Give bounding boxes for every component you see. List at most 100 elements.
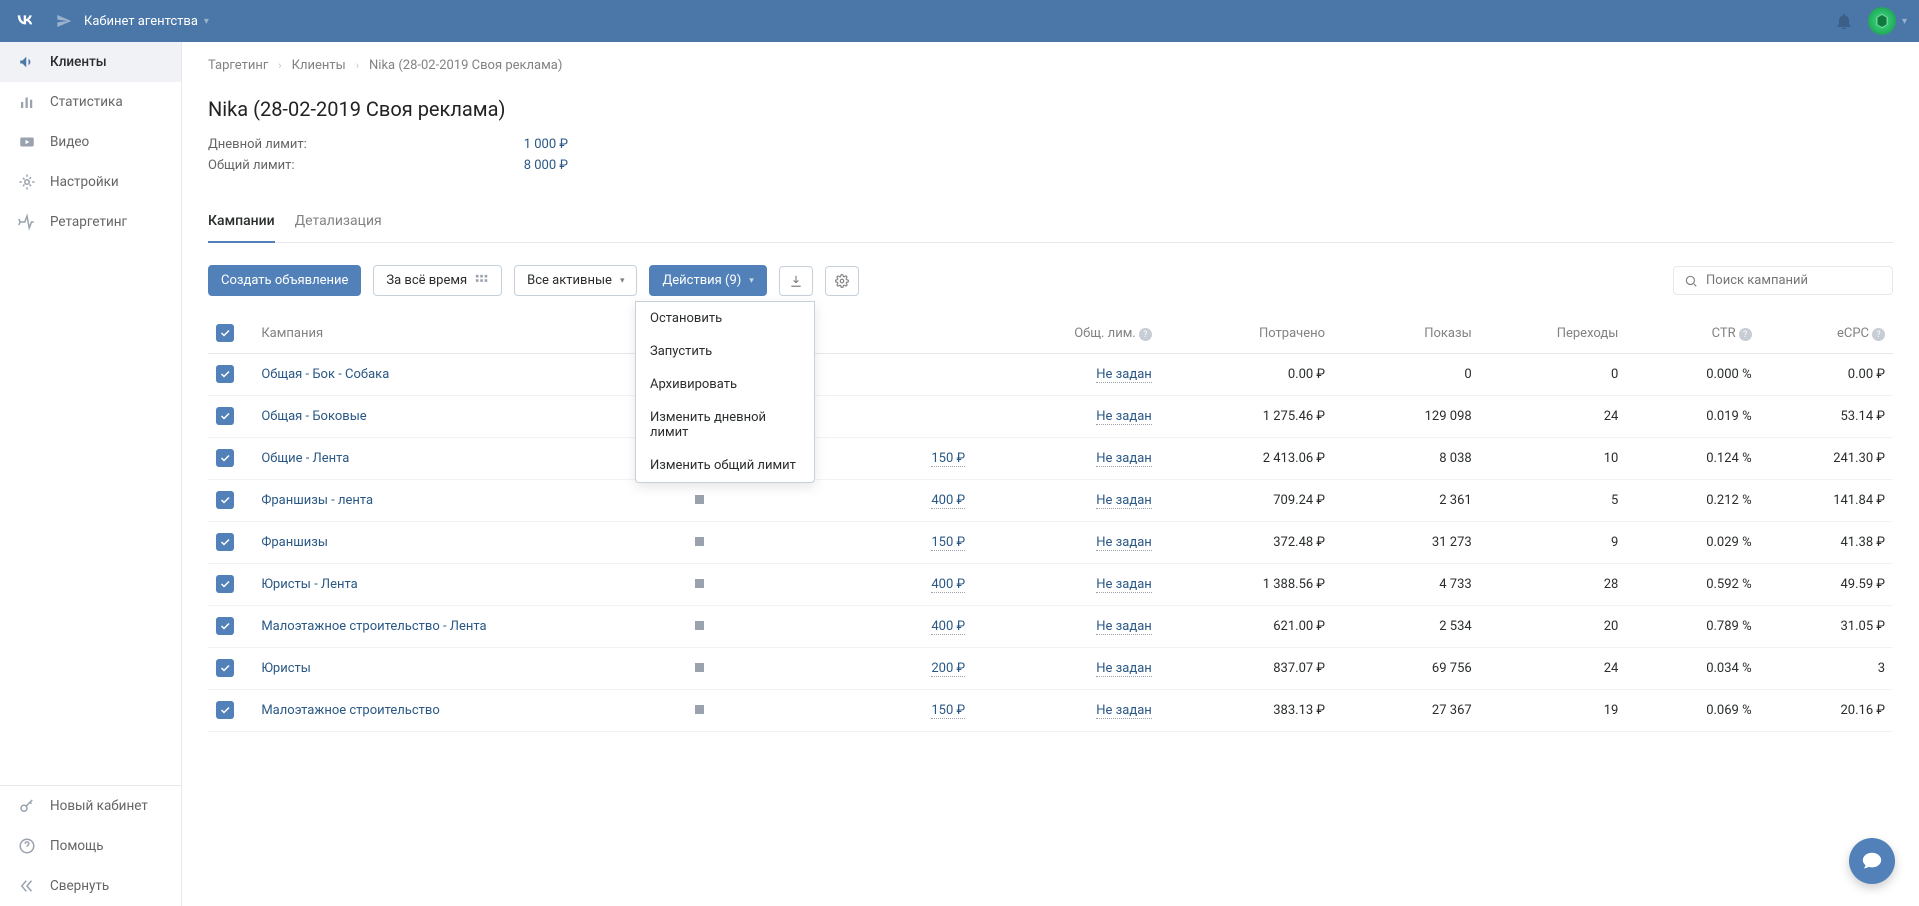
cell-clicks: 19: [1480, 690, 1627, 732]
tab-details[interactable]: Детализация: [295, 213, 382, 242]
search-box[interactable]: [1673, 266, 1893, 295]
daily-limit-value[interactable]: 400 ₽: [931, 577, 965, 593]
campaign-link[interactable]: Юристы - Лента: [261, 577, 357, 592]
filter-selector[interactable]: Все активные ▾: [514, 265, 637, 296]
daily-limit-value[interactable]: 400 ₽: [931, 619, 965, 635]
campaign-link[interactable]: Франшизы - лента: [261, 493, 373, 508]
cell-impressions: 4 733: [1333, 564, 1480, 606]
row-checkbox[interactable]: [216, 617, 234, 635]
total-limit-value[interactable]: Не задан: [1096, 451, 1151, 467]
dropdown-item[interactable]: Архивировать: [636, 368, 814, 401]
help-icon[interactable]: ?: [1139, 328, 1152, 341]
campaign-link[interactable]: Юристы: [261, 661, 311, 676]
sidebar-item-key[interactable]: Новый кабинет: [0, 786, 181, 826]
daily-limit-value[interactable]: 200 ₽: [931, 661, 965, 677]
campaign-link[interactable]: Малоэтажное строительство - Лента: [261, 619, 486, 634]
download-button[interactable]: [779, 266, 813, 296]
sidebar-item-label: Клиенты: [50, 54, 107, 70]
search-input[interactable]: [1706, 273, 1882, 288]
total-limit-value[interactable]: Не задан: [1096, 577, 1151, 593]
tab-campaigns[interactable]: Кампании: [208, 213, 275, 243]
total-limit-value[interactable]: 8 000 ₽: [448, 158, 568, 173]
daily-limit-value[interactable]: 150 ₽: [931, 703, 965, 719]
campaign-link[interactable]: Общие - Лента: [261, 451, 349, 466]
total-limit-value[interactable]: Не задан: [1096, 703, 1151, 719]
row-checkbox[interactable]: [216, 701, 234, 719]
collapse-icon: [18, 877, 36, 895]
help-icon[interactable]: ?: [1739, 328, 1752, 341]
settings-button[interactable]: [825, 266, 859, 296]
sidebar-item-label: Статистика: [50, 94, 123, 110]
sidebar-item-megaphone[interactable]: Клиенты: [0, 42, 181, 82]
chevron-down-icon[interactable]: ▾: [1902, 16, 1907, 27]
create-ad-button[interactable]: Создать объявление: [208, 265, 361, 296]
filter-label: Все активные: [527, 273, 612, 288]
stats-icon: [18, 93, 36, 111]
campaign-link[interactable]: Общая - Боковые: [261, 409, 366, 424]
cell-ctr: 0.069 %: [1626, 690, 1759, 732]
sidebar-item-label: Свернуть: [50, 878, 109, 894]
stop-icon: [695, 705, 704, 714]
notifications-icon[interactable]: [1834, 11, 1854, 31]
actions-dropdown: ОстановитьЗапуститьАрхивироватьИзменить …: [635, 301, 815, 483]
sidebar-item-retarget[interactable]: Ретаргетинг: [0, 202, 181, 242]
daily-limit-value[interactable]: 150 ₽: [931, 451, 965, 467]
sidebar-item-label: Помощь: [50, 838, 104, 854]
row-checkbox[interactable]: [216, 491, 234, 509]
breadcrumb-item[interactable]: Клиенты: [292, 58, 346, 73]
row-checkbox[interactable]: [216, 407, 234, 425]
chevron-down-icon: ▾: [620, 276, 625, 286]
total-limit-value[interactable]: Не задан: [1096, 409, 1151, 425]
sidebar-item-help[interactable]: Помощь: [0, 826, 181, 866]
dropdown-item[interactable]: Остановить: [636, 302, 814, 335]
cell-ctr: 0.034 %: [1626, 648, 1759, 690]
row-checkbox[interactable]: [216, 533, 234, 551]
breadcrumb-item[interactable]: Таргетинг: [208, 58, 268, 73]
chat-fab[interactable]: [1849, 838, 1895, 884]
cell-spent: 1 275.46 ₽: [1160, 396, 1333, 438]
total-limit-value[interactable]: Не задан: [1096, 661, 1151, 677]
row-checkbox[interactable]: [216, 575, 234, 593]
table-row: Общая - БоковыеНе задан1 275.46 ₽129 098…: [208, 396, 1893, 438]
vk-logo-icon[interactable]: [12, 6, 38, 36]
campaign-link[interactable]: Малоэтажное строительство: [261, 703, 439, 718]
cell-clicks: 24: [1480, 396, 1627, 438]
sidebar-item-video[interactable]: Видео: [0, 122, 181, 162]
sidebar-item-stats[interactable]: Статистика: [0, 82, 181, 122]
stop-icon: [695, 621, 704, 630]
sidebar-item-collapse[interactable]: Свернуть: [0, 866, 181, 906]
total-limit-value[interactable]: Не задан: [1096, 493, 1151, 509]
cell-spent: 383.13 ₽: [1160, 690, 1333, 732]
total-limit-value[interactable]: Не задан: [1096, 535, 1151, 551]
dropdown-item[interactable]: Изменить дневной лимит: [636, 401, 814, 449]
campaign-link[interactable]: Франшизы: [261, 535, 328, 550]
dropdown-item[interactable]: Запустить: [636, 335, 814, 368]
key-icon: [18, 797, 36, 815]
cell-ctr: 0.124 %: [1626, 438, 1759, 480]
daily-limit-value[interactable]: 1 000 ₽: [448, 137, 568, 152]
cell-spent: 0.00 ₽: [1160, 354, 1333, 396]
breadcrumb: Таргетинг › Клиенты › Nika (28-02-2019 С…: [208, 58, 1893, 73]
total-limit-value[interactable]: Не задан: [1096, 367, 1151, 383]
chevron-down-icon: ▾: [204, 16, 209, 27]
select-all-checkbox[interactable]: [216, 324, 234, 342]
col-ecpc: eCPC?: [1760, 314, 1893, 354]
cabinet-switcher[interactable]: Кабинет агентства ▾: [84, 14, 209, 29]
daily-limit-value[interactable]: 150 ₽: [931, 535, 965, 551]
dropdown-item[interactable]: Изменить общий лимит: [636, 449, 814, 482]
sidebar-item-label: Видео: [50, 134, 89, 150]
help-icon[interactable]: ?: [1872, 328, 1885, 341]
calendar-grid-icon: [475, 274, 489, 288]
actions-button[interactable]: Действия (9)▾: [649, 265, 766, 296]
row-checkbox[interactable]: [216, 365, 234, 383]
total-limit-value[interactable]: Не задан: [1096, 619, 1151, 635]
avatar[interactable]: [1868, 7, 1896, 35]
daily-limit-value[interactable]: 400 ₽: [931, 493, 965, 509]
row-checkbox[interactable]: [216, 449, 234, 467]
period-selector[interactable]: За всё время: [373, 265, 502, 296]
stop-icon: [695, 663, 704, 672]
campaign-link[interactable]: Общая - Бок - Собака: [261, 367, 389, 382]
sidebar: Клиенты Статистика Видео НастройкиРетаргети…: [0, 42, 182, 906]
sidebar-item-gear[interactable]: Настройки: [0, 162, 181, 202]
row-checkbox[interactable]: [216, 659, 234, 677]
